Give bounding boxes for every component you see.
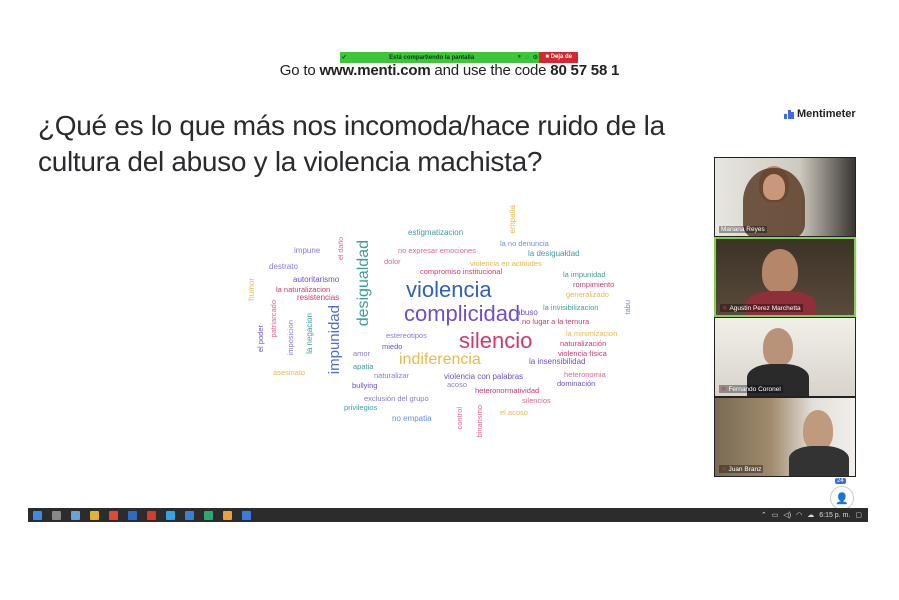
word-cloud-word: naturalización: [560, 339, 607, 348]
word-cloud-word: resistencias: [297, 293, 340, 302]
word-cloud-word: rompimiento: [573, 280, 615, 289]
word-cloud-word: indiferencia: [399, 351, 481, 368]
word-cloud-word: compromiso institucional: [420, 267, 503, 276]
word-cloud-word: imposicion: [286, 320, 295, 356]
word-cloud-word: heteronomia: [564, 370, 606, 379]
participant-name: ✕ Agustin Perez Marchetta: [720, 304, 803, 312]
word-cloud-word: humor: [247, 278, 256, 301]
word-cloud-word: desigualdad: [355, 240, 372, 327]
muted-mic-icon: ✕: [721, 466, 727, 473]
chevron-up-icon[interactable]: ⌃: [761, 511, 767, 519]
word-cloud-word: el poder: [256, 325, 265, 353]
volume-icon[interactable]: ◁): [783, 511, 791, 519]
word-cloud-word: la impunidad: [563, 270, 606, 279]
word-cloud-word: no empatia: [392, 414, 432, 423]
video-tile[interactable]: ✕ Fernando Coronel: [714, 317, 856, 397]
participant-count: 24: [835, 478, 846, 484]
word-cloud-word: dolor: [384, 257, 401, 266]
word-cloud-word: patriarcado: [269, 300, 278, 338]
muted-mic-icon: ✕: [722, 305, 728, 312]
muted-mic-icon: ✕: [721, 386, 727, 393]
word-cloud-word: miedo: [382, 342, 403, 351]
video-tile[interactable]: ✕ Juan Branz: [714, 397, 856, 477]
word-cloud-word: abuso: [516, 308, 538, 317]
participant-name: Mariana Reyes: [719, 226, 767, 233]
video-tile[interactable]: Mariana Reyes: [714, 157, 856, 237]
word-cloud-word: control: [455, 407, 464, 430]
word-cloud-word: exclusión del grupo: [364, 394, 429, 403]
word-cloud-word: estereotipos: [386, 331, 427, 340]
word-cloud-word: no expresar emociones: [398, 246, 476, 255]
app-icon[interactable]: [223, 510, 232, 520]
word-cloud-word: bullying: [352, 381, 378, 390]
word-cloud-word: no lugar a la ternura: [522, 317, 590, 326]
word-cloud-word: dominación: [557, 379, 596, 388]
word-cloud-word: binarismo: [475, 405, 484, 438]
word-cloud-word: naturalizar: [374, 371, 410, 380]
participant-videos: Mariana Reyes ✕ Agustin Perez Marchetta ✕…: [714, 157, 856, 477]
word-cloud-word: estigmatizacion: [408, 228, 464, 237]
person-icon: 👤: [835, 492, 849, 505]
notifications-icon[interactable]: ▢: [855, 511, 862, 519]
video-tile-active[interactable]: ✕ Agustin Perez Marchetta: [714, 237, 856, 317]
word-cloud-word: complicidad: [404, 301, 521, 326]
word-cloud-word: violencia: [406, 277, 492, 302]
word-cloud-word: destrato: [269, 262, 298, 271]
word-cloud-word: apatia: [353, 362, 374, 371]
app-icon[interactable]: [71, 510, 80, 520]
word-cloud-word: la desigualdad: [528, 249, 580, 258]
word-cloud-word: la no denuncia: [500, 239, 549, 248]
windows-start-icon[interactable]: [33, 510, 42, 520]
chrome-icon[interactable]: [109, 510, 118, 520]
participant-name: ✕ Juan Branz: [719, 465, 764, 473]
task-view-icon[interactable]: [52, 510, 61, 520]
word-cloud-word: generalizado: [566, 290, 609, 299]
edge-icon[interactable]: [166, 510, 175, 520]
word-cloud-word: impune: [294, 246, 321, 255]
participant-name: ✕ Fernando Coronel: [719, 385, 783, 393]
word-cloud-word: la minimizacion: [566, 329, 618, 338]
zoom-icon[interactable]: [242, 510, 251, 520]
cloud-icon[interactable]: ☁: [807, 511, 814, 519]
system-tray: ⌃ ▭ ◁) ◠ ☁ 6:15 p. m. ▢: [761, 508, 862, 522]
folder-icon[interactable]: [90, 510, 99, 520]
wifi-icon[interactable]: ◠: [796, 511, 802, 519]
word-cloud-word: heteronormatividad: [475, 386, 540, 395]
word-cloud-word: amor: [353, 349, 371, 358]
word-cloud-word: la negacion: [305, 313, 314, 354]
app-icon[interactable]: [147, 510, 156, 520]
word-cloud-word: impunidad: [326, 305, 343, 375]
word-cloud-word: empatia: [508, 205, 517, 234]
word-cloud-word: privilegios: [344, 403, 378, 412]
participants-button[interactable]: 👤 24: [830, 478, 854, 510]
app-icon[interactable]: [204, 510, 213, 520]
word-cloud-word: tabu: [623, 300, 632, 315]
word-cloud-word: asesinato: [273, 368, 306, 377]
word-cloud-word: silencio: [459, 328, 533, 353]
word-cloud-word: silencios: [522, 396, 551, 405]
word-cloud-word: el acoso: [500, 408, 528, 417]
word-cloud-word: el daño: [338, 237, 345, 260]
word-cloud-word: acoso: [447, 380, 468, 389]
app-icon[interactable]: [185, 510, 194, 520]
windows-taskbar: ⌃ ▭ ◁) ◠ ☁ 6:15 p. m. ▢: [28, 508, 868, 522]
word-cloud-word: la insensibilidad: [529, 357, 586, 366]
battery-icon[interactable]: ▭: [772, 511, 779, 519]
clock[interactable]: 6:15 p. m.: [819, 512, 850, 519]
word-cloud-word: la invisibilizacion: [543, 303, 599, 312]
word-cloud-word: autoritarismo: [293, 275, 340, 284]
word-icon[interactable]: [128, 510, 137, 520]
